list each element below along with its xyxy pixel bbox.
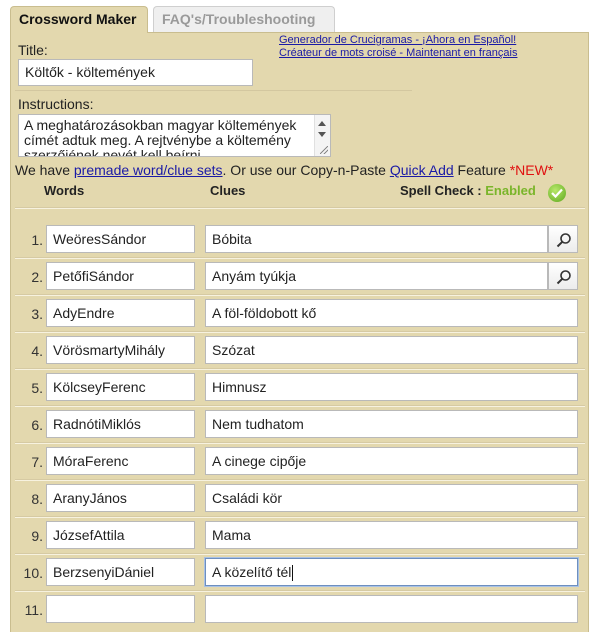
check-icon (548, 184, 566, 202)
row-number: 6. (31, 417, 43, 433)
word-input[interactable]: RadnótiMiklós (46, 410, 195, 438)
row-divider (15, 257, 585, 259)
header-divider (15, 207, 585, 209)
spell-check-enabled[interactable]: Enabled (485, 183, 536, 198)
clue-input-focused[interactable]: A közelítő tél (205, 558, 578, 586)
clue-input[interactable]: Bóbita (205, 225, 548, 253)
clue-input[interactable]: A föl-földobott kő (205, 299, 578, 327)
word-input[interactable]: PetőfiSándor (46, 262, 195, 290)
clue-input[interactable]: Himnusz (205, 373, 578, 401)
premade-prefix-text: We have (15, 162, 74, 178)
premade-sets-link[interactable]: premade word/clue sets (74, 162, 223, 178)
word-input[interactable]: BerzsenyiDániel (46, 558, 195, 586)
scroll-down-arrow-icon[interactable] (318, 132, 326, 137)
clue-input-text: A közelítő tél (212, 564, 292, 580)
clue-input[interactable]: Mama (205, 521, 578, 549)
row-number: 11. (24, 602, 43, 618)
row-divider (15, 331, 585, 333)
instructions-textarea[interactable]: A meghatározásokban magyar költemények c… (18, 114, 331, 157)
clue-input[interactable]: Nem tudhatom (205, 410, 578, 438)
row-number: 8. (31, 491, 43, 507)
search-icon (556, 233, 571, 248)
premade-sets-line: We have premade word/clue sets. Or use o… (15, 162, 553, 178)
words-column-header: Words (44, 183, 85, 198)
row-divider (15, 553, 585, 555)
tab-faq-troubleshooting[interactable]: FAQ's/Troubleshooting (153, 6, 335, 32)
premade-suffix-text: Feature (453, 162, 510, 178)
word-input[interactable]: MóraFerenc (46, 447, 195, 475)
row-number: 3. (31, 306, 43, 322)
instructions-label: Instructions: (18, 96, 94, 112)
spell-check-label: Spell Check : (400, 183, 482, 198)
search-icon (556, 270, 571, 285)
row-number: 9. (31, 528, 43, 544)
language-links: Generador de Crucigramas - ¡Ahora en Esp… (279, 34, 517, 60)
quick-add-link[interactable]: Quick Add (390, 162, 454, 178)
crossword-maker-panel: Generador de Crucigramas - ¡Ahora en Esp… (10, 32, 589, 632)
scroll-up-arrow-icon[interactable] (318, 121, 326, 126)
clues-column-header: Clues (210, 183, 246, 198)
clue-search-button[interactable] (548, 225, 578, 253)
new-badge: *NEW* (509, 162, 554, 178)
row-number: 7. (31, 454, 43, 470)
word-input[interactable]: AranyJános (46, 484, 195, 512)
word-input[interactable]: KölcseyFerenc (46, 373, 195, 401)
word-input[interactable]: JózsefAttila (46, 521, 195, 549)
title-label: Title: (18, 42, 48, 58)
row-number: 2. (31, 269, 43, 285)
clue-input[interactable] (205, 595, 578, 623)
word-input[interactable]: VörösmartyMihály (46, 336, 195, 364)
clue-input[interactable]: Anyám tyúkja (205, 262, 548, 290)
text-caret (292, 565, 294, 582)
row-number: 5. (31, 380, 43, 396)
clue-search-button[interactable] (548, 262, 578, 290)
spanish-version-link[interactable]: Generador de Crucigramas - ¡Ahora en Esp… (279, 34, 517, 47)
clue-input[interactable]: Szózat (205, 336, 578, 364)
tab-crossword-maker[interactable]: Crossword Maker (10, 6, 148, 33)
title-input[interactable]: Költők - költemények (18, 59, 253, 86)
word-input[interactable] (46, 595, 195, 623)
row-divider (15, 479, 585, 481)
french-version-link[interactable]: Créateur de mots croisé - Maintenant en … (279, 47, 517, 60)
row-number: 10. (23, 565, 43, 581)
row-divider (15, 405, 585, 407)
row-divider (15, 294, 585, 296)
row-divider (15, 516, 585, 518)
row-divider (15, 442, 585, 444)
word-input[interactable]: AdyEndre (46, 299, 195, 327)
clue-input[interactable]: A cinege cipője (205, 447, 578, 475)
premade-middle-text: . Or use our Copy-n-Paste (222, 162, 390, 178)
resize-grip-icon[interactable] (320, 146, 328, 154)
row-number: 1. (31, 232, 43, 248)
row-number: 4. (31, 343, 43, 359)
row-divider (15, 590, 585, 592)
row-divider (15, 368, 585, 370)
instructions-text: A meghatározásokban magyar költemények c… (24, 117, 297, 157)
spell-check-status: Spell Check : Enabled (400, 183, 536, 198)
word-input[interactable]: WeöresSándor (46, 225, 195, 253)
divider (15, 90, 412, 91)
clue-input[interactable]: Családi kör (205, 484, 578, 512)
